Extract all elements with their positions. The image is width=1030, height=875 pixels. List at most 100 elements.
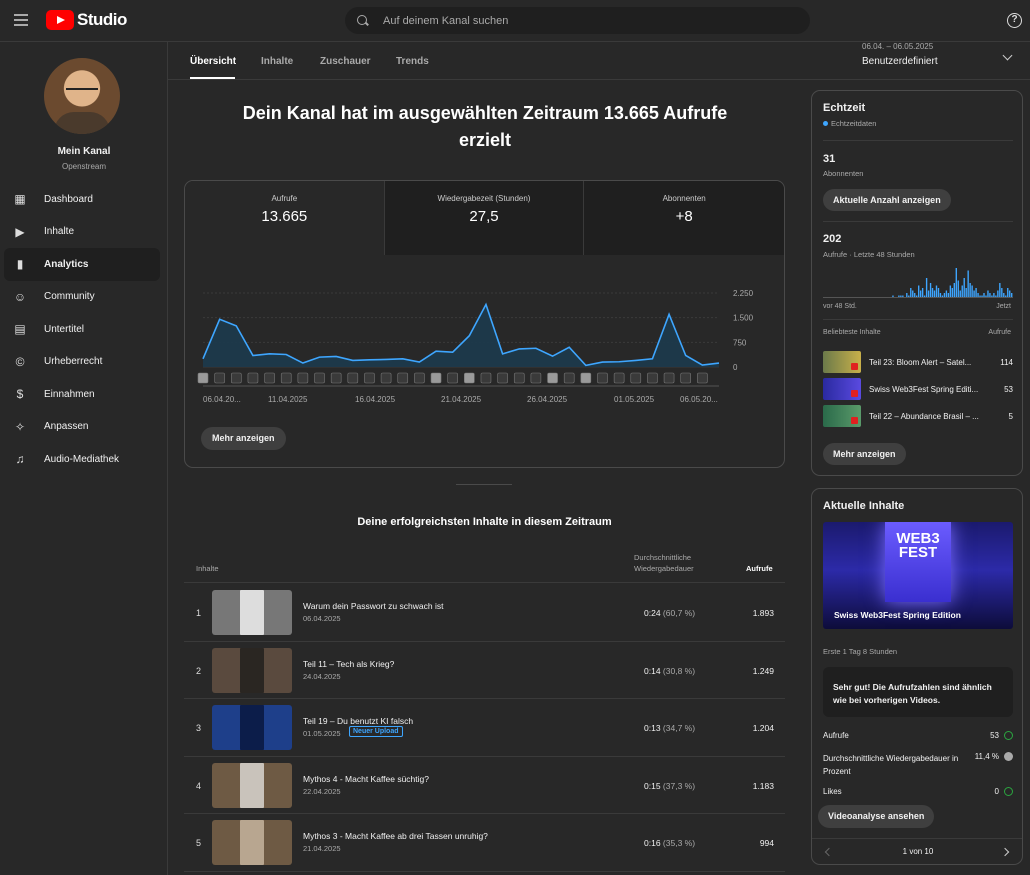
metric-tab[interactable]: Abonnenten +8	[584, 181, 784, 255]
col-views[interactable]: Aufrufe	[746, 564, 773, 573]
upload-marker	[497, 372, 508, 384]
popular-views: 5	[1008, 412, 1013, 421]
thumbnail-image	[240, 705, 264, 750]
table-header: Inhalte Durchschnittliche Wiedergabedauer…	[184, 548, 785, 583]
video-thumbnail[interactable]	[212, 647, 292, 693]
tab-trends[interactable]: Trends	[396, 56, 429, 67]
sidebar-item-label: Anpassen	[44, 421, 89, 433]
studio-logo[interactable]: Studio	[46, 10, 127, 30]
col-content: Inhalte	[196, 564, 219, 573]
popular-content-item[interactable]: Swiss Web3Fest Spring Editi... 53	[823, 378, 1013, 400]
duration-value: 0:13	[644, 723, 661, 733]
row-rank: 5	[196, 838, 202, 848]
sidebar-item-untertitel[interactable]: ▤ Untertitel	[4, 313, 160, 346]
menu-icon[interactable]	[14, 14, 28, 26]
realtime-bar	[918, 285, 920, 298]
sidebar-item-einnahmen[interactable]: $ Einnahmen	[4, 378, 160, 411]
popular-content-item[interactable]: Teil 23: Bloom Alert – Satel... 114	[823, 351, 1013, 373]
channel-name: Mein Kanal	[57, 146, 111, 157]
video-title[interactable]: Mythos 4 - Macht Kaffee süchtig?	[303, 774, 429, 784]
search-placeholder: Auf deinem Kanal suchen	[383, 14, 509, 27]
video-title[interactable]: Teil 11 – Tech als Krieg?	[303, 659, 394, 669]
sidebar-item-dashboard[interactable]: ▦ Dashboard	[4, 183, 160, 216]
more-button[interactable]: Mehr anzeigen	[201, 427, 286, 450]
sidebar-item-analytics[interactable]: ▮ Analytics	[4, 248, 160, 281]
sidebar-item-inhalte[interactable]: ▶ Inhalte	[4, 216, 160, 249]
table-row[interactable]: 3 Teil 19 – Du benutzt KI falsch 01.05.202…	[184, 699, 785, 757]
x-tick-label: 21.04.2025	[441, 395, 482, 404]
popular-title: Teil 23: Bloom Alert – Satel...	[869, 358, 972, 367]
metric-label: Aufrufe	[271, 194, 298, 203]
video-thumbnail[interactable]	[212, 705, 292, 750]
x-tick-label: 06.04.20...	[203, 395, 241, 404]
row-rank: 4	[196, 780, 202, 791]
latest-video-meta: Erste 1 Tag 8 Stunden	[823, 647, 898, 656]
popular-views-label: Aufrufe	[988, 329, 1011, 336]
duration-value: 0:16	[644, 838, 661, 848]
stat-likes: Likes 0	[823, 787, 1013, 796]
tab-content[interactable]: Inhalte	[261, 56, 293, 67]
realtime-more-button[interactable]: Mehr anzeigen	[823, 443, 906, 465]
sidebar-item-urheberrecht[interactable]: © Urheberrecht	[4, 346, 160, 379]
table-row[interactable]: 5 Mythos 3 - Macht Kaffee ab drei Tassen …	[184, 814, 785, 872]
pager-text: 1 von 10	[902, 847, 934, 856]
upload-marker	[230, 372, 242, 384]
stat-value: 53	[990, 731, 999, 740]
realtime-bar	[951, 288, 954, 298]
popular-thumbnail	[823, 378, 861, 400]
views-value: 202	[823, 233, 842, 245]
search-input[interactable]: Auf deinem Kanal suchen	[345, 7, 810, 34]
latest-video-thumbnail[interactable]: WEB3 FEST Swiss Web3Fest Spring Edition	[823, 522, 1013, 629]
chevron-down-icon[interactable]	[1002, 50, 1013, 61]
realtime-bar	[987, 290, 989, 298]
sidebar-item-anpassen[interactable]: ✧ Anpassen	[4, 411, 160, 444]
upload-marker	[447, 372, 458, 384]
latest-content-card: Aktuelle Inhalte WEB3 FEST Swiss Web3Fes…	[811, 488, 1023, 865]
help-icon[interactable]: ?	[1007, 13, 1022, 28]
y-tick-label: 0	[733, 363, 738, 372]
upload-marker	[580, 372, 592, 384]
video-title[interactable]: Mythos 3 - Macht Kaffee ab drei Tassen u…	[303, 831, 488, 841]
top-bar: Studio Auf deinem Kanal suchen ?	[0, 0, 1030, 42]
table-row[interactable]: 1 Warum dein Passwort zu schwach ist 06.04…	[184, 584, 785, 642]
metric-tab[interactable]: Aufrufe 13.665	[185, 181, 385, 255]
youtube-play-icon	[46, 10, 74, 30]
video-thumbnail[interactable]	[212, 590, 292, 635]
popular-content-item[interactable]: Teil 22 – Abundance Brasil – ... 5	[823, 405, 1013, 427]
info-icon[interactable]	[1004, 752, 1013, 761]
upload-marker	[530, 372, 542, 384]
avatar[interactable]	[44, 58, 120, 134]
divider	[456, 484, 512, 485]
subtitles-icon: ▤	[14, 322, 26, 337]
realtime-bar	[971, 285, 973, 298]
show-count-button[interactable]: Aktuelle Anzahl anzeigen	[823, 189, 951, 211]
video-analytics-button[interactable]: Videoanalyse ansehen	[818, 805, 935, 828]
sidebar-item-label: Untertitel	[44, 323, 85, 335]
video-thumbnail[interactable]	[212, 820, 292, 865]
views-chart: 2.250 1.500 750 0 06.04.20... 11.04.2025 16.04…	[197, 289, 754, 404]
metric-value: 13.665	[261, 208, 308, 225]
audio-library-icon: ♫	[15, 452, 25, 467]
realtime-bar	[949, 285, 952, 298]
divider	[823, 319, 1013, 320]
table-row[interactable]: 4 Mythos 4 - Macht Kaffee süchtig? 22.04.2…	[184, 757, 785, 814]
upload-marker	[597, 372, 608, 384]
upload-marker	[680, 372, 692, 384]
search-icon	[357, 14, 369, 27]
video-title[interactable]: Teil 19 – Du benutzt KI falsch	[303, 716, 413, 726]
realtime-bar	[1009, 290, 1011, 298]
popular-content-label: Beliebteste Inhalte	[823, 329, 881, 336]
sidebar-item-community[interactable]: ☺ Community	[4, 281, 160, 314]
shorts-icon	[851, 363, 858, 370]
table-row[interactable]: 2 Teil 11 – Tech als Krieg? 24.04.2025 0:14…	[184, 642, 785, 699]
tab-audience[interactable]: Zuschauer	[320, 56, 371, 67]
row-rank: 1	[196, 608, 202, 618]
copyright-icon: ©	[15, 354, 25, 369]
check-icon	[1004, 787, 1013, 796]
sidebar-item-audio-mediathek[interactable]: ♫ Audio-Mediathek	[4, 443, 160, 476]
axis-end: Jetzt	[996, 303, 1011, 310]
metric-tab[interactable]: Wiedergabezeit (Stunden) 27,5	[384, 181, 585, 255]
tab-overview[interactable]: Übersicht	[190, 56, 236, 67]
video-thumbnail[interactable]	[212, 762, 292, 808]
video-title[interactable]: Warum dein Passwort zu schwach ist	[303, 601, 443, 611]
